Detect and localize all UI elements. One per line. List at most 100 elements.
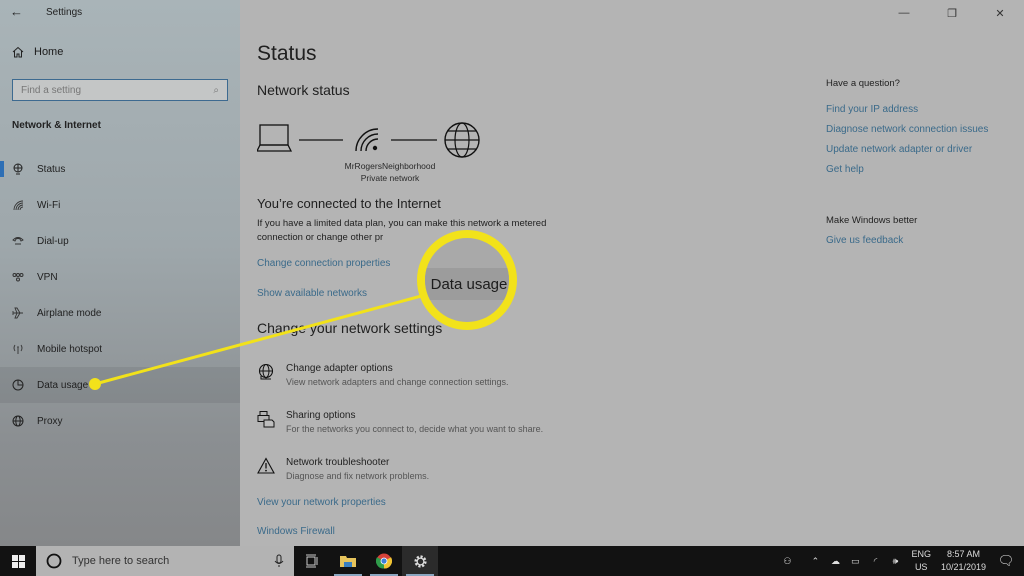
chrome-button[interactable] <box>366 546 402 576</box>
have-question-heading: Have a question? <box>826 78 900 89</box>
people-icon[interactable]: ⚇ <box>777 556 797 567</box>
change-network-settings-heading: Change your network settings <box>257 320 443 336</box>
taskbar-search-placeholder: Type here to search <box>72 555 170 567</box>
app-title: Settings <box>46 7 83 18</box>
sidebar-item-label: Mobile hotspot <box>37 343 103 355</box>
windows-firewall-link[interactable]: Windows Firewall <box>257 526 335 537</box>
sidebar-item-wifi[interactable]: Wi-Fi <box>0 187 240 223</box>
title-bar: ← Settings <box>0 0 240 26</box>
sidebar-item-label: Dial-up <box>37 235 69 247</box>
minimize-button[interactable]: — <box>880 0 928 26</box>
laptop-icon <box>257 124 293 152</box>
clock-date: 10/21/2019 <box>940 562 986 572</box>
diagnose-connection-link[interactable]: Diagnose network connection issues <box>826 124 988 135</box>
language-code: ENG <box>911 549 931 559</box>
sharing-printer-icon <box>257 411 275 428</box>
page-title: Status <box>257 42 317 65</box>
sidebar-item-label: Data usage <box>37 379 89 391</box>
option-title: Change adapter options <box>286 363 393 374</box>
settings-taskbar-button[interactable] <box>402 546 438 576</box>
sidebar-item-airplane-mode[interactable]: Airplane mode <box>0 295 240 331</box>
section-title: Network & Internet <box>12 120 101 131</box>
start-button[interactable] <box>0 546 36 576</box>
task-view-icon <box>306 554 318 568</box>
taskbar-search-box[interactable]: Type here to search <box>36 546 294 576</box>
main-pane: — ❐ ✕ Status Network status MrRogersNeig… <box>240 0 1024 546</box>
callout-label: Data usage <box>430 276 508 293</box>
get-help-link[interactable]: Get help <box>826 164 864 175</box>
cortana-circle-icon <box>46 553 62 569</box>
wifi-icon <box>12 199 24 211</box>
wifi-signal-icon <box>355 128 379 152</box>
globe-icon <box>12 415 24 427</box>
microphone-icon[interactable] <box>274 554 284 568</box>
make-windows-better-heading: Make Windows better <box>826 215 918 226</box>
view-network-properties-link[interactable]: View your network properties <box>257 497 386 508</box>
update-adapter-link[interactable]: Update network adapter or driver <box>826 144 972 155</box>
sidebar-item-label: Wi-Fi <box>37 199 61 211</box>
sidebar: ← Settings Home ⌕ Network & Internet Sta… <box>0 0 240 546</box>
option-description: Diagnose and fix network problems. <box>286 471 430 481</box>
show-hidden-icons-chevron-icon[interactable]: ⌃ <box>805 556 825 567</box>
change-adapter-options[interactable]: Change adapter options View network adap… <box>257 363 508 387</box>
sidebar-item-label: Airplane mode <box>37 307 102 319</box>
home-label: Home <box>34 46 64 58</box>
option-description: For the networks you connect to, decide … <box>286 424 544 434</box>
option-description: View network adapters and change connect… <box>286 377 509 387</box>
sharing-options[interactable]: Sharing options For the networks you con… <box>257 410 543 434</box>
option-title: Network troubleshooter <box>286 457 390 468</box>
folder-icon <box>340 556 356 567</box>
onedrive-cloud-icon[interactable]: ☁ <box>825 556 845 567</box>
sidebar-item-proxy[interactable]: Proxy <box>0 403 240 439</box>
sidebar-home[interactable]: Home <box>12 46 63 58</box>
action-center-icon[interactable]: 🗨 <box>996 553 1016 569</box>
maximize-button[interactable]: ❐ <box>928 0 976 26</box>
network-name-label: MrRogersNeighborhood Private network <box>310 160 470 184</box>
search-icon[interactable]: ⌕ <box>213 85 219 96</box>
network-type: Private network <box>360 173 420 183</box>
give-feedback-link[interactable]: Give us feedback <box>826 235 903 246</box>
back-button[interactable]: ← <box>10 4 26 20</box>
sidebar-item-dialup[interactable]: Dial-up <box>0 223 240 259</box>
connected-heading: You’re connected to the Internet <box>257 196 441 211</box>
battery-icon[interactable]: ▭ <box>845 556 865 567</box>
network-name: MrRogersNeighborhood <box>344 161 436 171</box>
chrome-icon <box>376 553 392 569</box>
vpn-icon <box>12 271 24 283</box>
system-tray: ⚇ ⌃ ☁ ▭ ◜ 🕪 ENG US 8:57 AM 10/21/2019 🗨 <box>777 546 1024 576</box>
change-connection-properties-link[interactable]: Change connection properties <box>257 258 390 269</box>
search-input[interactable] <box>21 84 214 96</box>
network-troubleshooter[interactable]: Network troubleshooter Diagnose and fix … <box>257 457 429 481</box>
dialup-phone-icon <box>12 235 24 247</box>
connected-description: If you have a limited data plan, you can… <box>257 218 547 243</box>
sidebar-nav: Status Wi-Fi Dial-up VPN Airplane mode M… <box>0 151 240 439</box>
sidebar-item-data-usage[interactable]: Data usage <box>0 367 240 403</box>
wifi-tray-icon[interactable]: ◜ <box>865 556 885 567</box>
pie-chart-icon <box>12 379 24 391</box>
adapter-globe-icon <box>258 363 274 380</box>
home-icon <box>12 46 24 58</box>
sidebar-item-status[interactable]: Status <box>0 151 240 187</box>
sidebar-item-vpn[interactable]: VPN <box>0 259 240 295</box>
hotspot-icon <box>12 343 24 355</box>
sidebar-item-mobile-hotspot[interactable]: Mobile hotspot <box>0 331 240 367</box>
sidebar-item-label: Proxy <box>37 415 63 427</box>
task-view-button[interactable] <box>294 546 330 576</box>
option-title: Sharing options <box>286 410 356 421</box>
network-status-heading: Network status <box>257 82 350 98</box>
show-available-networks-link[interactable]: Show available networks <box>257 288 367 299</box>
internet-globe-icon <box>444 122 480 158</box>
windows-logo-icon <box>11 554 25 568</box>
file-explorer-button[interactable] <box>330 546 366 576</box>
callout-magnifier: Data usage <box>417 230 517 330</box>
airplane-icon <box>12 307 24 319</box>
find-setting-search[interactable]: ⌕ <box>12 79 228 101</box>
language-indicator[interactable]: ENG US <box>911 548 931 574</box>
clock[interactable]: 8:57 AM 10/21/2019 <box>941 548 986 574</box>
volume-icon[interactable]: 🕪 <box>885 556 905 567</box>
close-button[interactable]: ✕ <box>976 0 1024 26</box>
sidebar-item-label: Status <box>37 163 66 175</box>
region-code: US <box>914 562 928 572</box>
find-ip-link[interactable]: Find your IP address <box>826 104 918 115</box>
window-controls: — ❐ ✕ <box>880 0 1024 26</box>
